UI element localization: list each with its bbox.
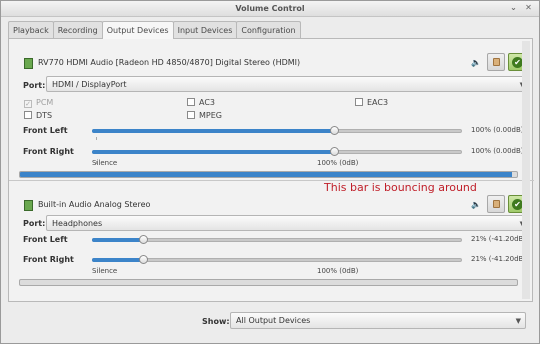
chevron-down-icon: ▼ <box>515 317 521 325</box>
port-value: HDMI / DisplayPort <box>52 80 127 89</box>
format-dts-checkbox[interactable]: DTS <box>24 111 52 120</box>
device-hdmi: RV770 HDMI Audio [Radeon HD 4850/4870] D… <box>19 53 530 195</box>
tab-recording[interactable]: Recording <box>52 21 103 38</box>
lock-icon <box>493 58 500 66</box>
checkbox-box: ✓ <box>24 100 32 108</box>
slider-fill <box>92 129 334 133</box>
audio-card-icon <box>24 58 33 69</box>
lock-channels-button[interactable] <box>487 53 505 71</box>
channel-label: Front Right <box>23 255 74 264</box>
front-left-volume-slider[interactable] <box>92 235 462 245</box>
checkbox-box <box>187 111 195 119</box>
output-devices-pane: RV770 HDMI Audio [Radeon HD 4850/4870] D… <box>8 38 534 302</box>
device-name: RV770 HDMI Audio [Radeon HD 4850/4870] D… <box>38 58 301 67</box>
speaker-icon: 🔈 <box>471 58 481 67</box>
format-label: MPEG <box>199 111 222 120</box>
scale-silence: Silence <box>92 159 118 167</box>
channel-label: Front Left <box>23 235 68 244</box>
format-ac3-checkbox[interactable]: AC3 <box>187 98 215 107</box>
lock-icon <box>493 200 500 208</box>
slider-fill <box>92 238 143 242</box>
window-title: Volume Control <box>235 4 305 13</box>
close-icon[interactable]: ✕ <box>522 2 535 15</box>
tab-bar: Playback Recording Output Devices Input … <box>8 21 301 39</box>
speaker-icon: 🔈 <box>471 200 481 209</box>
slider-handle[interactable] <box>139 255 148 264</box>
show-select[interactable]: All Output Devices ▼ <box>230 312 526 329</box>
format-label: EAC3 <box>367 98 389 107</box>
format-label: PCM <box>36 98 54 107</box>
show-value: All Output Devices <box>236 316 311 325</box>
annotation-text: This bar is bouncing around <box>324 181 477 194</box>
channel-label: Front Right <box>23 147 74 156</box>
peak-meter <box>19 171 518 178</box>
checkbox-box <box>24 111 32 119</box>
channel-value: 100% (0.00dB) <box>471 147 524 155</box>
slider-handle[interactable] <box>330 147 339 156</box>
port-label: Port: <box>23 219 46 228</box>
format-pcm-checkbox: ✓ PCM <box>24 98 53 108</box>
scale-100: 100% (0dB) <box>317 267 359 275</box>
peak-meter <box>19 279 518 286</box>
title-bar: Volume Control ⌄ ✕ <box>1 1 539 17</box>
port-value: Headphones <box>52 219 103 228</box>
tab-output-devices[interactable]: Output Devices <box>101 21 174 39</box>
show-label: Show: <box>202 317 230 326</box>
port-label: Port: <box>23 81 46 90</box>
minimize-icon[interactable]: ⌄ <box>507 2 520 15</box>
device-header: Built-in Audio Analog Stereo 🔈 ✔ <box>19 195 530 215</box>
lock-channels-button[interactable] <box>487 195 505 213</box>
checkbox-box <box>187 98 195 106</box>
slider-tick <box>96 137 97 140</box>
front-right-volume-slider[interactable] <box>92 255 462 265</box>
port-select[interactable]: Headphones ▼ <box>46 215 530 231</box>
channel-value: 21% (-41.20dB) <box>471 235 527 243</box>
tab-input-devices[interactable]: Input Devices <box>172 21 238 38</box>
format-eac3-checkbox[interactable]: EAC3 <box>355 98 388 107</box>
device-header: RV770 HDMI Audio [Radeon HD 4850/4870] D… <box>19 53 530 73</box>
scale-silence: Silence <box>92 267 118 275</box>
device-name: Built-in Audio Analog Stereo <box>38 200 151 209</box>
tab-configuration[interactable]: Configuration <box>236 21 301 38</box>
scale-100: 100% (0dB) <box>317 159 359 167</box>
footer: Show: All Output Devices ▼ <box>1 303 539 343</box>
slider-handle[interactable] <box>330 126 339 135</box>
channel-value: 21% (-41.20dB) <box>471 255 527 263</box>
front-right-volume-slider[interactable] <box>92 147 462 157</box>
format-label: DTS <box>36 111 53 120</box>
audio-card-icon <box>24 200 33 211</box>
device-analog: Built-in Audio Analog Stereo 🔈 ✔ Port: H… <box>19 195 530 295</box>
format-label: AC3 <box>199 98 216 107</box>
scrollbar[interactable] <box>522 41 530 299</box>
front-left-volume-slider[interactable] <box>92 126 462 136</box>
slider-handle[interactable] <box>139 235 148 244</box>
channel-label: Front Left <box>23 126 68 135</box>
slider-fill <box>92 258 143 262</box>
volume-control-window: Volume Control ⌄ ✕ Playback Recording Ou… <box>0 0 540 344</box>
tab-playback[interactable]: Playback <box>8 21 54 38</box>
channel-value: 100% (0.00dB) <box>471 126 524 134</box>
port-select[interactable]: HDMI / DisplayPort ▼ <box>46 76 530 92</box>
format-mpeg-checkbox[interactable]: MPEG <box>187 111 222 120</box>
checkbox-box <box>355 98 363 106</box>
peak-meter-fill <box>20 172 513 177</box>
slider-fill <box>92 150 334 154</box>
